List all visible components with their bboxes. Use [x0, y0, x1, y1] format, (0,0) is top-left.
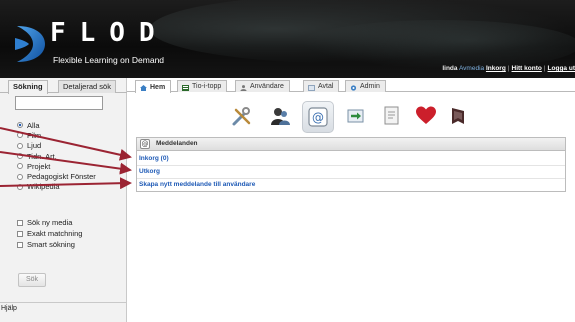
search-option[interactable]: Smart sökning [17, 239, 82, 250]
tab-home[interactable]: Hem [135, 80, 172, 93]
divider [137, 178, 565, 179]
media-type-label: Projekt [27, 161, 51, 171]
tab-advanced-search[interactable]: Detaljerad sök [58, 80, 116, 93]
inbox-link[interactable]: Inkorg [486, 65, 506, 72]
header-banner: FLOD Flexible Learning on Demand linda A… [0, 0, 575, 78]
my-account-link[interactable]: Hitt konto [512, 65, 542, 72]
search-option-label: Exakt matchning [27, 229, 83, 238]
user-name: linda [442, 65, 458, 72]
radio-button[interactable] [17, 153, 23, 160]
main-tabs: Hem Tio-i-topp Användare Avtal Admin [127, 78, 575, 93]
logout-link[interactable]: Logga ut [548, 65, 575, 72]
outbox-link[interactable]: Utkorg [139, 168, 160, 175]
media-type-option[interactable]: Pedagogiskt Fönster [17, 171, 96, 181]
user-icon [240, 84, 247, 91]
divider [137, 165, 565, 166]
tab-top-ten[interactable]: Tio-i-topp [177, 80, 228, 92]
logo-text: FLOD [50, 18, 169, 48]
media-type-label: Film [27, 130, 42, 140]
tab-label: Avtal [318, 83, 334, 90]
media-type-label: Ljud [27, 141, 42, 151]
inbox-link[interactable]: Inkorg (0) [139, 155, 169, 162]
messages-title: Meddelanden [156, 140, 198, 147]
radio-button[interactable] [17, 183, 23, 190]
tab-search[interactable]: Sökning [8, 80, 48, 94]
document-icon[interactable] [380, 104, 404, 128]
tab-label: Användare [250, 83, 284, 90]
media-type-option[interactable]: Wikipedia [17, 182, 96, 192]
help-link[interactable]: Hjälp [0, 302, 127, 314]
media-type-option[interactable]: Tidn. Art. [17, 151, 96, 161]
search-option-label: Sök ny media [27, 218, 73, 227]
svg-text:@: @ [312, 111, 324, 125]
messages-panel-header: @ Meddelanden [137, 138, 565, 151]
search-input[interactable] [15, 96, 103, 110]
search-option[interactable]: Sök ny media [17, 217, 82, 228]
app-window: FLOD Flexible Learning on Demand linda A… [0, 0, 575, 322]
agreement-icon [308, 84, 315, 91]
sidebar-tabs: Sökning Detaljerad sök [0, 78, 127, 94]
media-type-label: Pedagogiskt Fönster [27, 172, 96, 182]
media-type-option[interactable]: Alla [17, 120, 96, 130]
export-icon[interactable] [344, 104, 368, 128]
media-type-list: Alla Film Ljud Tidn. Art. Projekt Pedago… [17, 120, 96, 192]
tab-label: Admin [360, 83, 380, 90]
message-icon[interactable]: @ [302, 101, 334, 133]
radio-button[interactable] [17, 163, 23, 170]
checkbox[interactable] [17, 241, 23, 248]
users-icon[interactable] [268, 104, 292, 128]
bookmark-icon[interactable] [446, 104, 470, 128]
top-ten-icon [182, 84, 189, 91]
media-type-option[interactable]: Projekt [17, 161, 96, 171]
tab-admin[interactable]: Admin [345, 80, 386, 92]
new-message-link[interactable]: Skapa nytt meddelande till användare [139, 181, 255, 188]
separator: | [507, 65, 510, 72]
radio-button[interactable] [17, 173, 23, 180]
search-sidebar: Sökning Detaljerad sök Alla Film Ljud Ti… [0, 78, 127, 322]
media-type-label: Wikipedia [27, 182, 60, 192]
tab-label: Tio-i-topp [192, 83, 222, 90]
radio-button[interactable] [17, 122, 23, 129]
tab-users[interactable]: Användare [235, 80, 290, 92]
media-type-option[interactable]: Film [17, 130, 96, 140]
toolbar: @ [230, 98, 470, 134]
media-type-label: Alla [27, 120, 40, 130]
message-icon: @ [140, 139, 150, 149]
logo-subtitle: Flexible Learning on Demand [53, 55, 165, 65]
messages-panel: @ Meddelanden Inkorg (0) Utkorg Skapa ny… [136, 137, 566, 192]
checkbox[interactable] [17, 230, 23, 237]
radio-button[interactable] [17, 142, 23, 149]
search-button[interactable]: Sök [18, 273, 46, 287]
media-type-option[interactable]: Ljud [17, 141, 96, 151]
header-decoration-2 [300, 20, 575, 70]
separator: | [543, 65, 546, 72]
search-option-label: Smart sökning [27, 240, 75, 249]
media-type-label: Tidn. Art. [27, 151, 57, 161]
app-name: Avmedia [458, 65, 485, 72]
tools-icon[interactable] [230, 104, 254, 128]
tab-agreements[interactable]: Avtal [303, 80, 340, 92]
home-icon [140, 84, 147, 91]
search-option[interactable]: Exakt matchning [17, 228, 82, 239]
tab-label: Hem [150, 83, 166, 91]
favorites-icon[interactable] [414, 104, 438, 128]
checkbox[interactable] [17, 219, 23, 226]
search-options-list: Sök ny media Exakt matchning Smart sökni… [17, 217, 82, 250]
radio-button[interactable] [17, 132, 23, 139]
user-links: linda Avmedia Inkorg | Hitt konto | Logga ut [442, 65, 575, 72]
flod-logo-icon [15, 26, 45, 62]
admin-icon [350, 84, 357, 91]
